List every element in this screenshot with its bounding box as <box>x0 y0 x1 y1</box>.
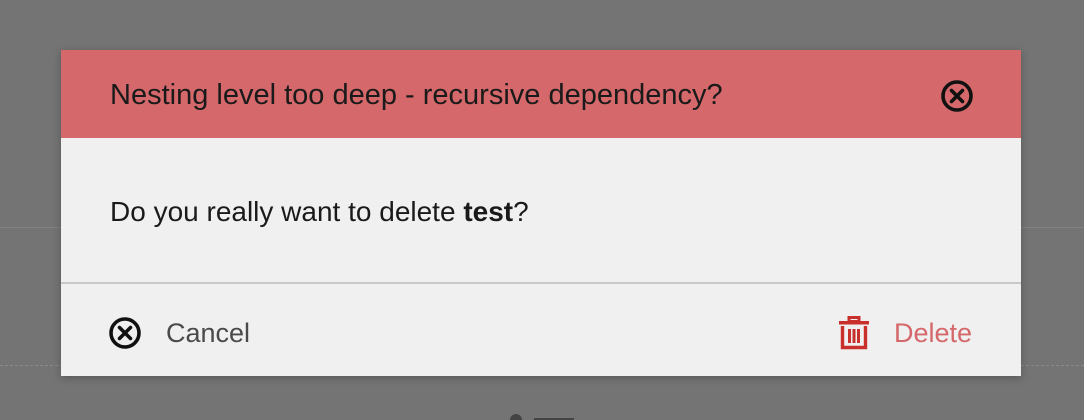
close-circle-icon <box>941 80 973 112</box>
message-target: test <box>463 196 514 227</box>
cancel-label: Cancel <box>166 317 251 348</box>
dialog-footer: Cancel Delete <box>61 284 1021 376</box>
message-suffix: ? <box>513 196 529 227</box>
message-prefix: Do you really want to delete <box>110 196 464 227</box>
dialog-body: Do you really want to delete test? <box>61 138 1021 282</box>
delete-button[interactable]: Delete <box>838 314 972 352</box>
dialog-header: Nesting level too deep - recursive depen… <box>61 50 1021 138</box>
dialog-close-button[interactable] <box>940 79 974 113</box>
close-circle-icon <box>109 317 141 349</box>
trash-icon <box>838 316 869 350</box>
dialog-title: Nesting level too deep - recursive depen… <box>110 79 723 111</box>
cancel-button[interactable]: Cancel <box>108 314 250 352</box>
backdrop-element <box>508 412 574 420</box>
delete-confirm-dialog: Nesting level too deep - recursive depen… <box>61 50 1021 376</box>
backdrop-dot <box>510 414 522 420</box>
delete-label: Delete <box>893 317 972 348</box>
dialog-message: Do you really want to delete test? <box>110 194 529 230</box>
